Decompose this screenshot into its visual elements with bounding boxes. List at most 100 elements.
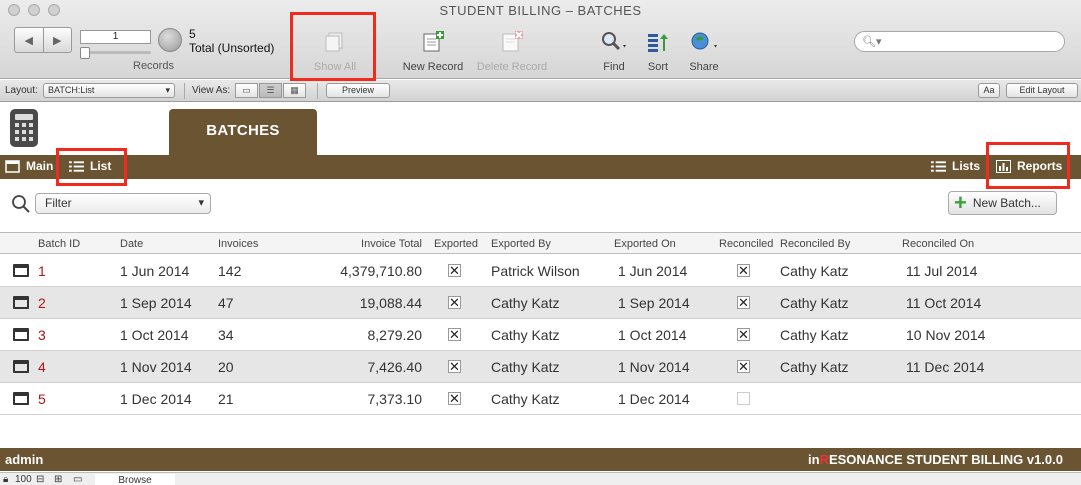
batch-id[interactable]: 3: [38, 327, 46, 343]
invoice-total: 8,279.20: [367, 327, 423, 343]
exported-on: 1 Nov 2014: [618, 359, 690, 375]
new-batch-button[interactable]: + New Batch...: [948, 191, 1057, 215]
date: 1 Oct 2014: [120, 327, 189, 343]
record-slider[interactable]: [80, 47, 151, 59]
mode-indicator[interactable]: Browse: [95, 474, 175, 485]
date: 1 Dec 2014: [120, 391, 192, 407]
exported-checkbox[interactable]: ✕: [448, 392, 461, 405]
reconciled-checkbox[interactable]: [737, 392, 750, 405]
invoices: 21: [218, 391, 234, 407]
table-row[interactable]: 5 1 Dec 2014 21 7,373.10 ✕ Cathy Katz 1 …: [0, 383, 1081, 415]
invoices: 142: [218, 263, 242, 279]
quick-find-search-input[interactable]: 🔍︎▾: [854, 31, 1065, 52]
open-record-icon[interactable]: [13, 392, 29, 405]
open-record-icon[interactable]: [13, 296, 29, 309]
window-titlebar: STUDENT BILLING – BATCHES ◀ ▶ 1 5 Total …: [0, 0, 1081, 79]
table-row[interactable]: 3 1 Oct 2014 34 8,279.20 ✕ Cathy Katz 1 …: [0, 319, 1081, 351]
column-header-exported[interactable]: Exported: [434, 238, 478, 250]
status-bar: 🔒︎ 100 ⊟ ⊞ ▭ Browse: [0, 472, 1081, 485]
reconciled-checkbox[interactable]: ✕: [737, 328, 750, 341]
reconciled-by: Cathy Katz: [780, 327, 849, 343]
new-record-button[interactable]: New Record: [400, 28, 466, 73]
table-row[interactable]: 2 1 Sep 2014 47 19,088.44 ✕ Cathy Katz 1…: [0, 287, 1081, 319]
share-icon: [686, 28, 722, 56]
column-header-invoice-total[interactable]: Invoice Total: [322, 238, 422, 250]
find-label: Find: [603, 61, 625, 73]
layout-select[interactable]: BATCH:List: [43, 83, 175, 98]
open-record-icon[interactable]: [13, 264, 29, 277]
app-name-prefix: in: [808, 452, 820, 467]
batch-id[interactable]: 1: [38, 263, 46, 279]
exported-by: Cathy Katz: [491, 327, 560, 343]
toggle-toolbar-icon[interactable]: ▭: [73, 474, 82, 485]
delete-record-button[interactable]: Delete Record: [474, 28, 550, 73]
nav-main[interactable]: Main: [5, 159, 53, 173]
view-as-list-button[interactable]: ☰: [259, 83, 282, 98]
nav-lists[interactable]: Lists: [931, 159, 980, 173]
column-header-batch-id[interactable]: Batch ID: [38, 238, 80, 250]
batches-tab[interactable]: BATCHES: [169, 109, 317, 155]
search-icon: [12, 195, 30, 213]
exported-checkbox[interactable]: ✕: [448, 328, 461, 341]
zoom-out-icon[interactable]: ⊟: [36, 474, 44, 485]
column-header-reconciled[interactable]: Reconciled: [719, 238, 773, 250]
previous-record-icon[interactable]: ◀: [15, 28, 43, 52]
layout-label: Layout:: [5, 85, 38, 96]
reconciled-checkbox[interactable]: ✕: [737, 264, 750, 277]
find-button[interactable]: Find: [597, 28, 631, 73]
share-button[interactable]: Share: [686, 28, 722, 73]
column-header-exported-on[interactable]: Exported On: [614, 238, 676, 250]
table-row[interactable]: 1 1 Jun 2014 142 4,379,710.80 ✕ Patrick …: [0, 255, 1081, 287]
formatting-bar-button[interactable]: Aa: [978, 83, 1000, 98]
exported-on: 1 Oct 2014: [618, 327, 687, 343]
divider: [184, 83, 185, 99]
open-record-icon[interactable]: [13, 360, 29, 373]
edit-layout-button[interactable]: Edit Layout: [1006, 83, 1078, 98]
view-as-label: View As:: [192, 85, 231, 96]
delete-record-icon: [474, 28, 550, 56]
filter-select[interactable]: Filter: [35, 193, 211, 214]
exported-by: Cathy Katz: [491, 391, 560, 407]
column-header-reconciled-by[interactable]: Reconciled By: [780, 238, 850, 250]
exported-checkbox[interactable]: ✕: [448, 360, 461, 373]
window-icon: [5, 159, 20, 173]
column-header-reconciled-on[interactable]: Reconciled On: [902, 238, 974, 250]
exported-on: 1 Jun 2014: [618, 263, 688, 279]
list-icon: [931, 160, 946, 173]
nav-lists-label: Lists: [952, 159, 981, 173]
nav-main-label: Main: [26, 159, 54, 173]
share-label: Share: [689, 61, 719, 73]
highlight-reports: [986, 142, 1070, 189]
zoom-level[interactable]: 100: [15, 474, 32, 485]
new-batch-label: New Batch...: [972, 196, 1041, 210]
list-view-icon: ☰: [266, 85, 275, 95]
reconciled-on: 11 Jul 2014: [906, 263, 978, 279]
reconciled-on: 11 Oct 2014: [906, 295, 982, 311]
zoom-lock-icon: 🔒︎: [3, 474, 9, 485]
reconciled-checkbox[interactable]: ✕: [737, 360, 750, 373]
batch-id[interactable]: 4: [38, 359, 46, 375]
column-header-invoices[interactable]: Invoices: [218, 238, 258, 250]
open-record-icon[interactable]: [13, 328, 29, 341]
sort-button[interactable]: Sort: [644, 28, 672, 73]
table-view-icon: ▦: [290, 85, 299, 95]
record-navigator[interactable]: ◀ ▶: [14, 27, 72, 53]
exported-checkbox[interactable]: ✕: [448, 264, 461, 277]
date: 1 Jun 2014: [120, 263, 190, 279]
batch-id[interactable]: 5: [38, 391, 46, 407]
column-header-date[interactable]: Date: [120, 238, 143, 250]
next-record-icon[interactable]: ▶: [42, 28, 72, 52]
view-as-form-button[interactable]: ▭: [235, 83, 258, 98]
new-record-icon: [400, 28, 466, 56]
record-status: Total (Unsorted): [189, 41, 275, 55]
record-number-input[interactable]: 1: [80, 30, 151, 44]
column-header-exported-by[interactable]: Exported By: [491, 238, 551, 250]
search-icon: 🔍︎▾: [862, 36, 882, 48]
exported-checkbox[interactable]: ✕: [448, 296, 461, 309]
preview-button[interactable]: Preview: [326, 83, 390, 98]
zoom-in-icon[interactable]: ⊞: [54, 474, 62, 485]
batch-id[interactable]: 2: [38, 295, 46, 311]
view-as-table-button[interactable]: ▦: [283, 83, 306, 98]
reconciled-checkbox[interactable]: ✕: [737, 296, 750, 309]
table-row[interactable]: 4 1 Nov 2014 20 7,426.40 ✕ Cathy Katz 1 …: [0, 351, 1081, 383]
